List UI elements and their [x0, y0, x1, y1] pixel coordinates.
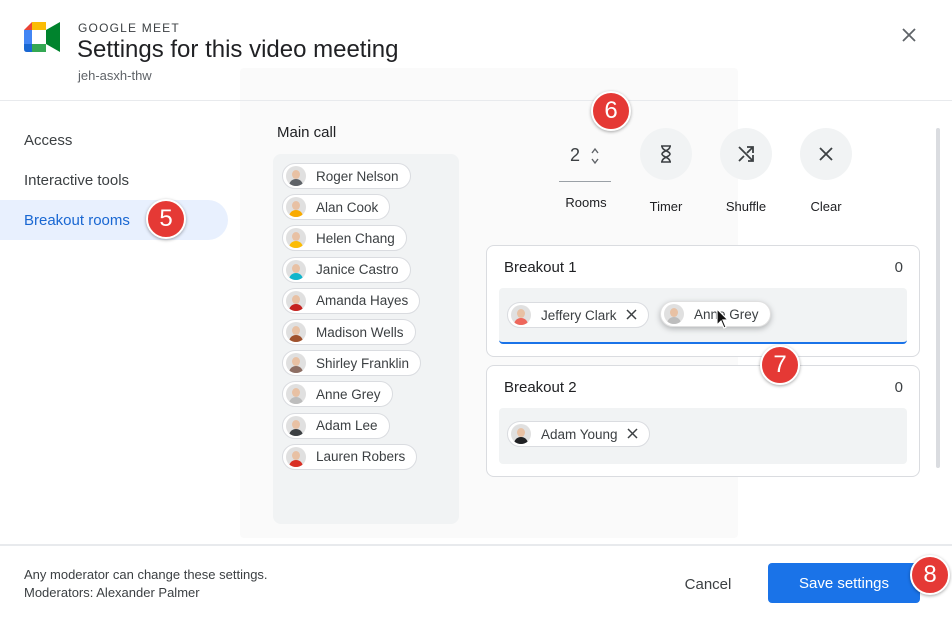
avatar: [286, 415, 306, 436]
remove-icon[interactable]: [627, 427, 638, 442]
participant-name: Anne Grey: [316, 386, 381, 402]
close-icon: [902, 28, 916, 42]
step-marker-8: 8: [910, 555, 950, 595]
sidebar-item-interactive-tools[interactable]: Interactive tools: [0, 160, 228, 200]
clear-button[interactable]: Clear: [786, 128, 866, 218]
avatar: [286, 353, 306, 374]
main-call-participant-chip[interactable]: Lauren Robers: [282, 443, 418, 470]
close-button[interactable]: [896, 22, 922, 48]
step-marker-6: 6: [591, 91, 631, 131]
participant-name: Adam Young: [541, 426, 618, 442]
sidebar-item-label: Interactive tools: [24, 171, 130, 189]
participant-name: Helen Chang: [316, 230, 395, 246]
avatar: [286, 166, 306, 186]
rooms-label: Rooms: [565, 195, 607, 210]
participant-name: Shirley Franklin: [316, 355, 410, 371]
rooms-count-value: 2: [569, 145, 580, 165]
breakout-participant-chip[interactable]: Adam Young: [507, 421, 650, 447]
participant-name: Lauren Robers: [316, 449, 406, 465]
shuffle-label: Shuffle: [725, 199, 767, 214]
sidebar-item-label: Access: [24, 131, 73, 149]
app-brand: GOOGLE MEET: [78, 21, 180, 35]
settings-dialog: GOOGLE MEET Settings for this video meet…: [0, 0, 952, 620]
footer-divider: [0, 544, 952, 546]
participant-name: Jeffery Clark: [541, 307, 617, 323]
avatar: [286, 446, 306, 467]
avatar: [286, 259, 306, 280]
participant-name: Madison Wells: [316, 324, 404, 340]
avatar: [511, 424, 531, 444]
avatar: [286, 228, 306, 249]
main-call-participant-chip[interactable]: Madison Wells: [282, 319, 416, 345]
remove-icon[interactable]: [626, 308, 637, 323]
hourglass-icon: [661, 145, 671, 163]
sidebar-item-breakout-rooms[interactable]: Breakout rooms: [0, 200, 228, 240]
rooms-stepper[interactable]: 2: [559, 130, 611, 182]
step-marker-5: 5: [146, 199, 186, 239]
scrollbar[interactable]: [936, 128, 940, 468]
header-divider: [0, 100, 952, 101]
breakout-participant-chip[interactable]: Jeffery Clark: [507, 302, 649, 328]
timer-button[interactable]: Timer: [626, 128, 706, 218]
main-call-participant-chip[interactable]: Adam Lee: [282, 412, 390, 439]
breakout-room-name: Breakout 2: [504, 379, 577, 396]
avatar: [286, 384, 306, 405]
timer-label: Timer: [649, 199, 683, 214]
participant-name: Alan Cook: [316, 199, 379, 215]
footer-note: Any moderator can change these settings.: [24, 567, 268, 582]
participant-name: Roger Nelson: [316, 168, 399, 184]
stepper-arrows-icon[interactable]: [590, 146, 600, 166]
save-settings-button[interactable]: Save settings: [768, 563, 920, 603]
breakout-room-count: 0: [894, 259, 903, 276]
clear-icon: [819, 147, 833, 161]
sidebar-item-label: Breakout rooms: [24, 211, 130, 229]
avatar: [286, 197, 306, 218]
main-call-participant-chip[interactable]: Alan Cook: [282, 194, 391, 221]
main-call-participant-chip[interactable]: Roger Nelson: [282, 163, 411, 189]
participant-name: Amanda Hayes: [316, 293, 409, 309]
shuffle-icon: [738, 146, 754, 162]
sidebar-item-access[interactable]: Access: [0, 120, 228, 160]
clear-label: Clear: [810, 199, 842, 214]
main-call-participant-chip[interactable]: Helen Chang: [282, 225, 407, 252]
main-call-participant-chip[interactable]: Amanda Hayes: [282, 287, 421, 314]
avatar: [664, 304, 684, 324]
participant-name: Adam Lee: [316, 418, 378, 434]
shuffle-button[interactable]: Shuffle: [706, 128, 786, 218]
avatar: [286, 322, 306, 342]
breakout-room-count: 0: [894, 379, 903, 396]
main-call-label: Main call: [277, 124, 337, 141]
main-call-participant-chip[interactable]: Janice Castro: [282, 256, 411, 283]
avatar: [511, 305, 531, 325]
main-call-participant-chip[interactable]: Anne Grey: [282, 381, 393, 408]
mouse-cursor-icon: [716, 308, 730, 329]
google-meet-logo: [24, 22, 60, 52]
avatar: [286, 290, 306, 311]
main-call-participant-chip[interactable]: Shirley Franklin: [282, 350, 422, 377]
step-marker-7: 7: [760, 345, 800, 385]
dialog-title: Settings for this video meeting: [77, 36, 399, 63]
meeting-code: jeh-asxh-thw: [78, 68, 152, 83]
cancel-button[interactable]: Cancel: [664, 566, 752, 602]
breakout-room-name: Breakout 1: [504, 259, 577, 276]
participant-name: Janice Castro: [316, 262, 399, 278]
moderators-note: Moderators: Alexander Palmer: [24, 585, 200, 600]
